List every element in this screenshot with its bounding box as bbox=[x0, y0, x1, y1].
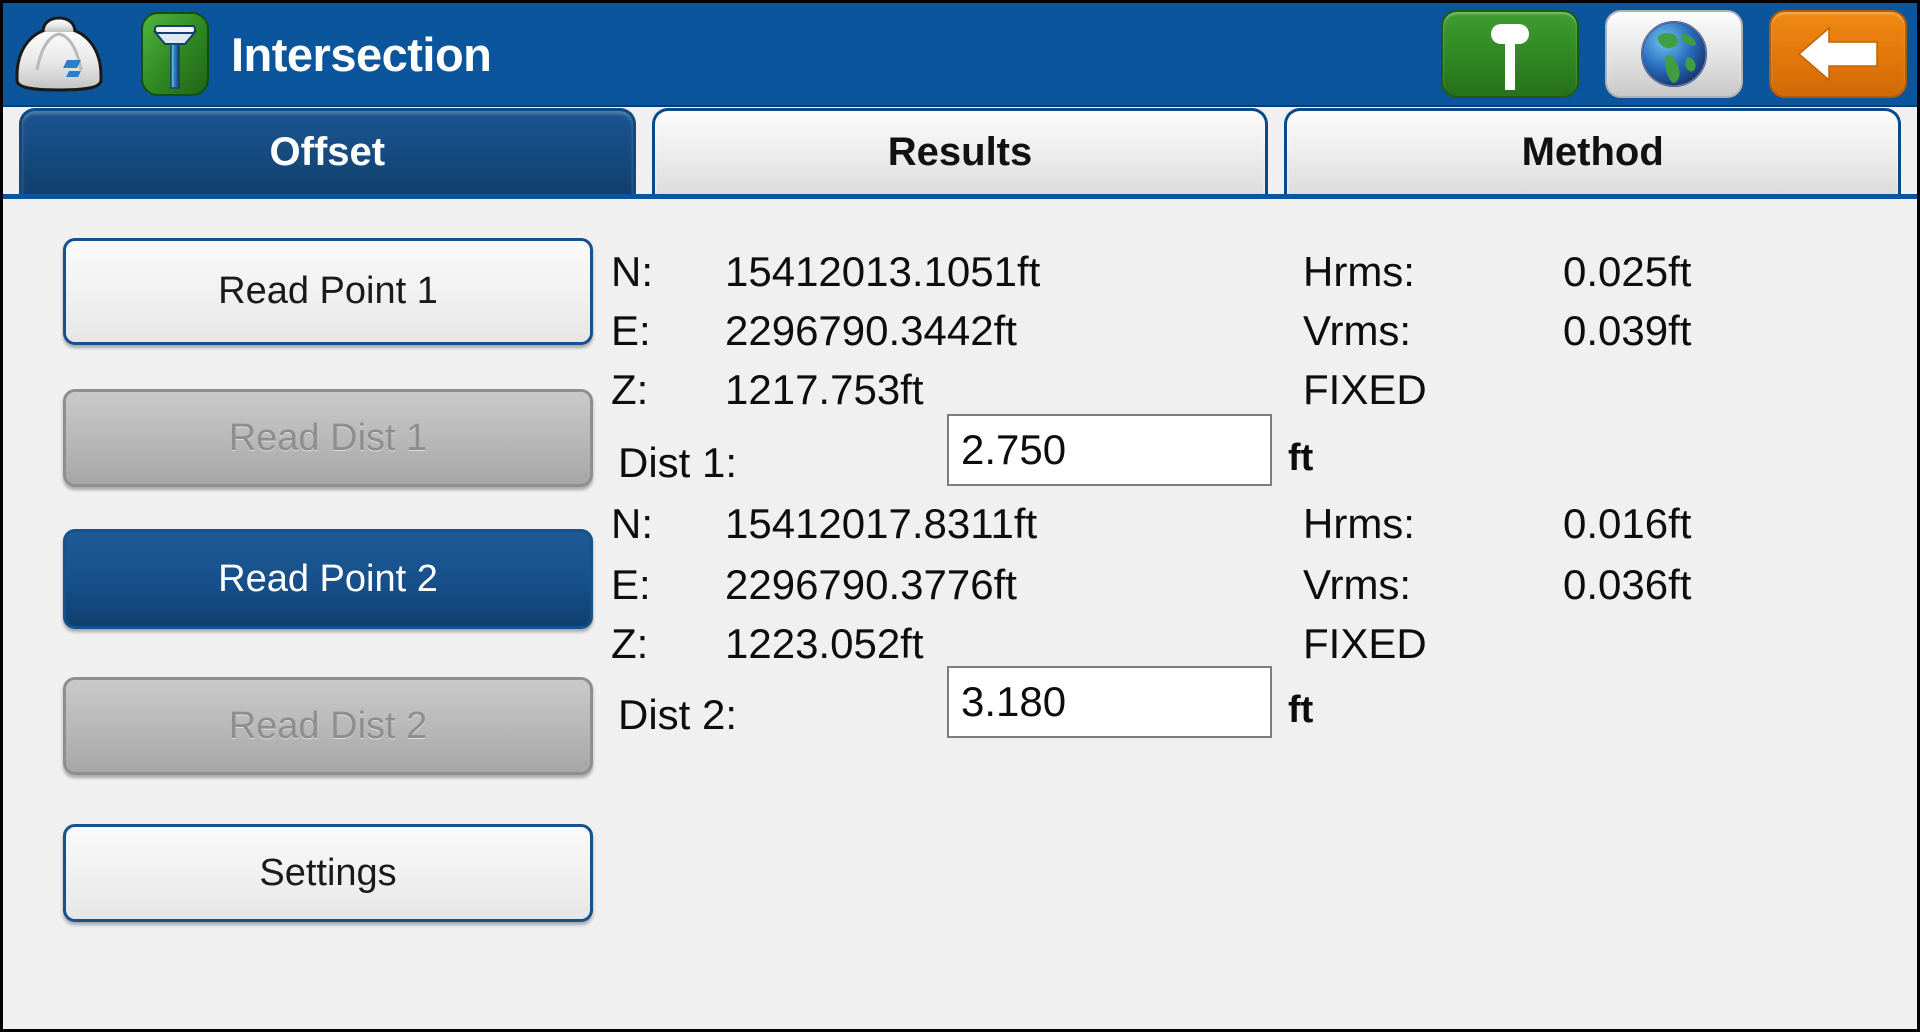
title-bar: Intersection bbox=[3, 3, 1917, 107]
settings-label: Settings bbox=[259, 851, 397, 894]
point2-e-label: E: bbox=[611, 561, 651, 608]
point1-vrms-label: Vrms: bbox=[1303, 307, 1412, 354]
globe-button[interactable] bbox=[1605, 10, 1743, 98]
settings-button[interactable]: Settings bbox=[63, 824, 593, 922]
dist-2-input[interactable]: 3.180 bbox=[947, 666, 1272, 738]
dist-1-label: Dist 1: bbox=[618, 439, 738, 486]
point2-e-value: 2296790.3776ft bbox=[725, 561, 1017, 608]
point2-vrms-value: 0.036ft bbox=[1563, 561, 1692, 608]
point2-hrms-value: 0.016ft bbox=[1563, 500, 1692, 547]
point1-vrms-value: 0.039ft bbox=[1563, 307, 1692, 354]
offset-panel: Read Point 1 Read Dist 1 Read Point 2 Re… bbox=[3, 199, 1917, 1029]
tab-bar: Offset Results Method bbox=[3, 107, 1917, 199]
read-point-1-label: Read Point 1 bbox=[218, 270, 438, 312]
read-dist-1-button[interactable]: Read Dist 1 bbox=[63, 389, 593, 487]
point1-e-value: 2296790.3442ft bbox=[725, 307, 1017, 354]
page-title: Intersection bbox=[231, 27, 492, 81]
point2-n-value: 15412017.8311ft bbox=[725, 500, 1038, 547]
point2-z-label: Z: bbox=[611, 620, 649, 667]
tab-results-label: Results bbox=[887, 130, 1033, 174]
read-dist-2-button[interactable]: Read Dist 2 bbox=[63, 677, 593, 775]
dist-2-label: Dist 2: bbox=[618, 691, 738, 738]
tab-offset-label: Offset bbox=[269, 130, 386, 174]
point2-status: FIXED bbox=[1303, 620, 1427, 667]
point1-z-label: Z: bbox=[611, 366, 649, 413]
point1-status: FIXED bbox=[1303, 366, 1427, 413]
antenna-button[interactable] bbox=[1441, 10, 1579, 98]
antenna-icon bbox=[1491, 24, 1529, 90]
point2-vrms-label: Vrms: bbox=[1303, 561, 1412, 608]
dist-2-unit: ft bbox=[1288, 689, 1314, 731]
read-point-2-label: Read Point 2 bbox=[218, 557, 438, 600]
arrow-left-icon bbox=[1797, 26, 1878, 82]
tab-method-label: Method bbox=[1521, 130, 1664, 174]
point2-z-value: 1223.052ft bbox=[725, 620, 924, 667]
tab-offset[interactable]: Offset bbox=[19, 108, 636, 194]
point1-n-value: 15412013.1051ft bbox=[725, 248, 1041, 295]
tab-method[interactable]: Method bbox=[1284, 108, 1902, 194]
dist-1-unit: ft bbox=[1288, 437, 1314, 479]
point2-hrms-label: Hrms: bbox=[1303, 500, 1415, 547]
tab-results[interactable]: Results bbox=[651, 108, 1269, 194]
point1-hrms-value: 0.025ft bbox=[1563, 248, 1692, 295]
hard-hat-icon bbox=[7, 8, 111, 100]
gnss-antenna-icon bbox=[141, 12, 209, 96]
point2-n-label: N: bbox=[611, 500, 653, 547]
point1-n-label: N: bbox=[611, 248, 653, 295]
read-point-1-button[interactable]: Read Point 1 bbox=[63, 238, 593, 345]
read-dist-2-label: Read Dist 2 bbox=[228, 704, 428, 747]
read-dist-1-label: Read Dist 1 bbox=[228, 416, 428, 459]
read-point-2-button[interactable]: Read Point 2 bbox=[63, 529, 593, 629]
dist-1-input[interactable]: 2.750 bbox=[947, 414, 1272, 486]
point1-e-label: E: bbox=[611, 307, 651, 354]
point1-hrms-label: Hrms: bbox=[1303, 248, 1415, 295]
back-button[interactable] bbox=[1769, 10, 1907, 98]
globe-icon bbox=[1641, 21, 1707, 87]
point1-z-value: 1217.753ft bbox=[725, 366, 924, 413]
intersection-app-window: Intersection Offset Results Method Read … bbox=[0, 0, 1920, 1032]
